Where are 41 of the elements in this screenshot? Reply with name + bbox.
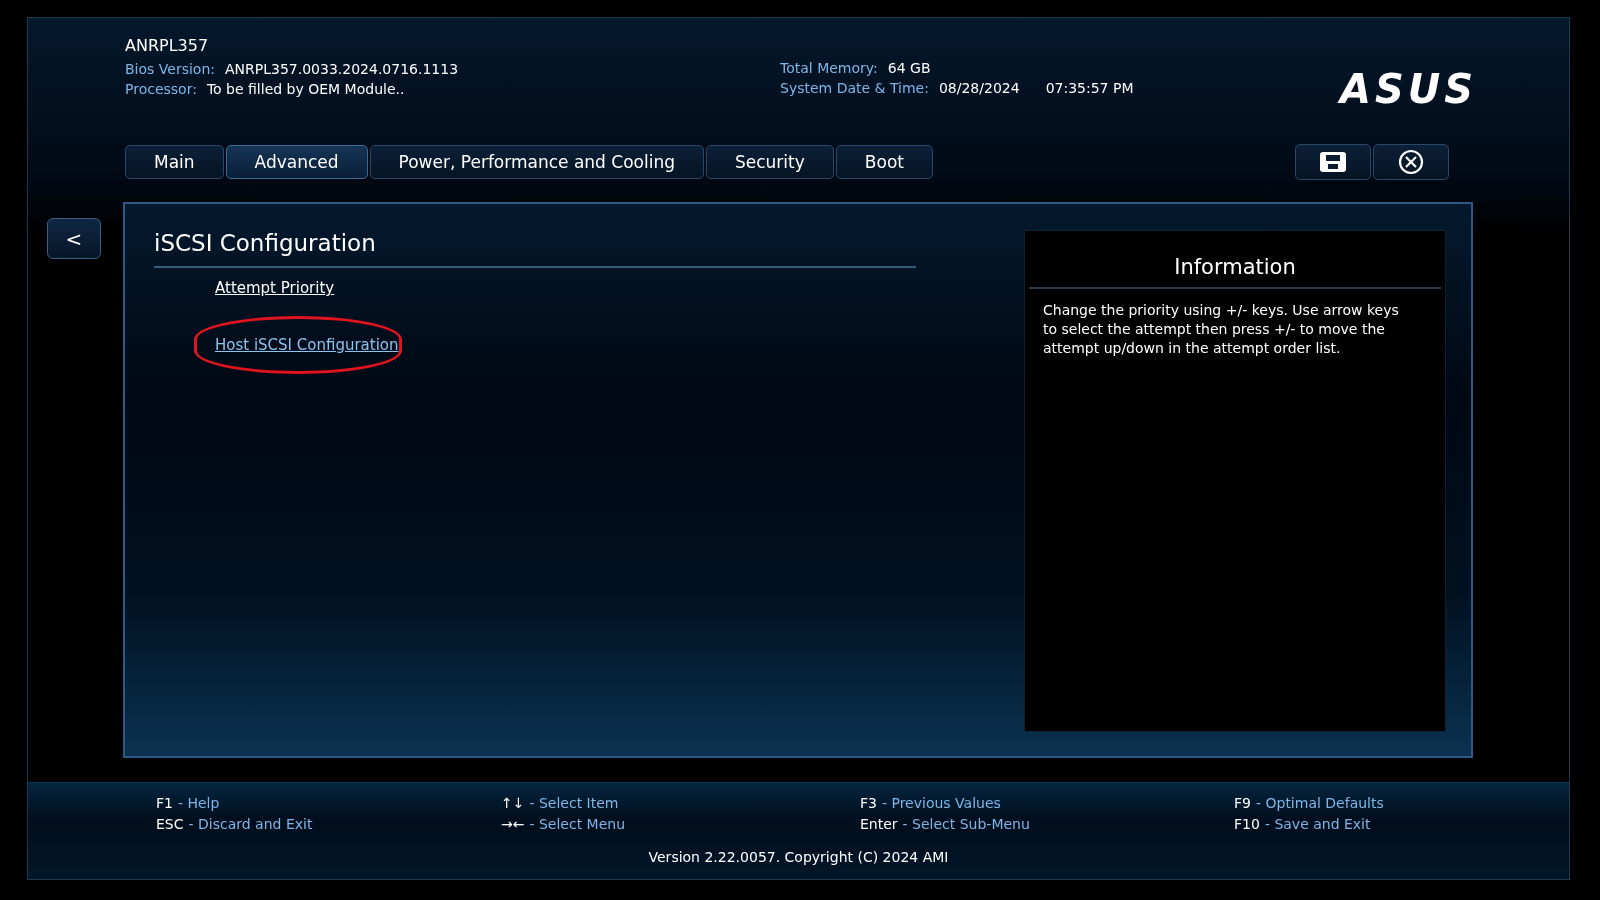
menu-tab[interactable]: Security xyxy=(706,145,834,179)
field-value: To be filled by OEM Module.. xyxy=(206,81,405,97)
menu-tab[interactable]: Advanced xyxy=(225,145,368,179)
information-title: Information xyxy=(1029,231,1441,289)
field-label: Total Memory: xyxy=(780,60,878,76)
key-action: - Select Item xyxy=(529,795,619,811)
key-action: - Discard and Exit xyxy=(188,816,313,832)
save-button[interactable] xyxy=(1295,144,1371,180)
key-action: - Select Menu xyxy=(529,816,626,832)
back-button[interactable]: < xyxy=(47,218,101,259)
key-name: F3 xyxy=(860,795,877,811)
field-label: Bios Version: xyxy=(125,61,215,77)
key-action: - Previous Values xyxy=(881,795,1001,811)
field-value: ANRPL357.0033.2024.0716.1113 xyxy=(225,61,459,77)
model-name: ANRPL357 xyxy=(125,36,210,55)
key-name: Enter xyxy=(860,816,898,832)
information-text: Change the priority using +/- keys. Use arrow keys to select the attempt then press +/- to move the attempt up/down in the attempt order list. xyxy=(1042,301,1400,358)
key-action: - Optimal Defaults xyxy=(1255,795,1384,811)
close-icon xyxy=(1398,149,1424,175)
menu-link[interactable]: Attempt Priority xyxy=(215,279,335,297)
page-title: iSCSI Configuration xyxy=(154,230,916,268)
field-value: 07:35:57 PM xyxy=(1045,80,1134,96)
key-action: - Save and Exit xyxy=(1264,816,1371,832)
key-name: F1 xyxy=(156,795,173,811)
key-name: ESC xyxy=(156,816,184,832)
menu-tab[interactable]: Power, Performance and Cooling xyxy=(369,145,704,179)
key-action: - Help xyxy=(177,795,220,811)
key-action: - Select Sub-Menu xyxy=(902,816,1030,832)
field-label: System Date & Time: xyxy=(780,80,929,96)
field-label: Processor: xyxy=(125,81,197,97)
version-text: Version 2.22.0057. Copyright (C) 2024 AMI xyxy=(648,849,949,865)
field-value: 64 GB xyxy=(887,60,931,76)
close-button[interactable] xyxy=(1373,144,1449,180)
menu-link[interactable]: Host iSCSI Configuration xyxy=(215,336,399,354)
menu-tab[interactable]: Boot xyxy=(835,145,933,179)
key-name: ↑↓ xyxy=(501,795,525,811)
key-name: F9 xyxy=(1234,795,1251,811)
field-value: 08/28/2024 xyxy=(938,80,1020,96)
key-name: →← xyxy=(501,816,525,832)
menu-tab[interactable]: Main xyxy=(125,145,224,179)
key-name: F10 xyxy=(1234,816,1260,832)
